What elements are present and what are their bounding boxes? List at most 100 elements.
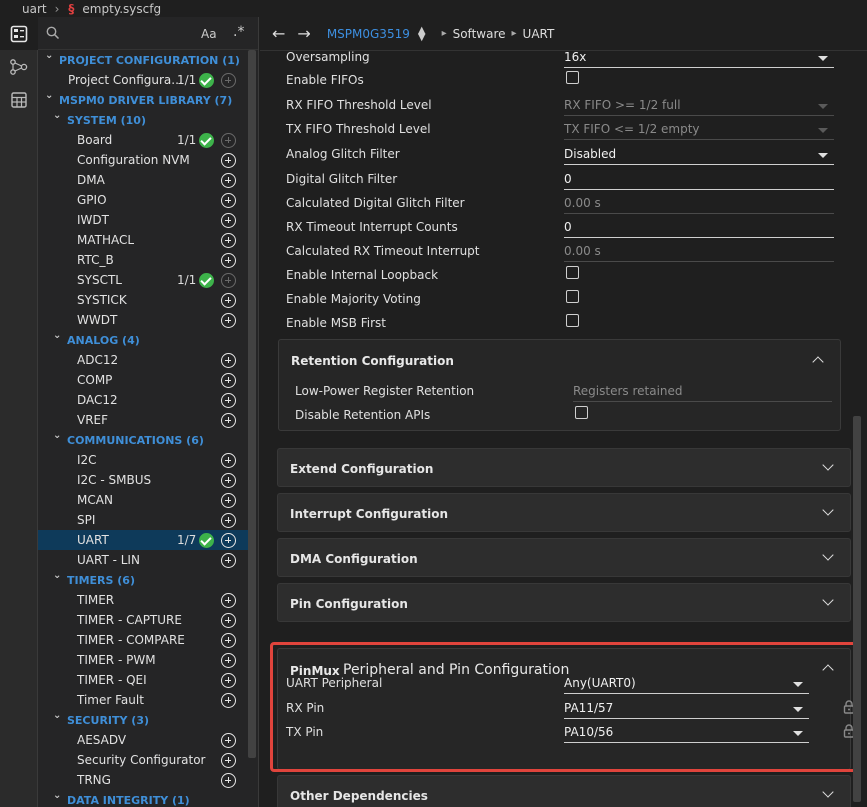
back-button[interactable]: ← bbox=[272, 24, 285, 43]
add-circle-icon[interactable] bbox=[221, 393, 236, 408]
tree-item[interactable]: Configuration NVM bbox=[38, 150, 248, 170]
tree-item[interactable]: MATHACL bbox=[38, 230, 248, 250]
regex-toggle[interactable]: .* bbox=[233, 24, 244, 40]
add-circle-icon[interactable] bbox=[221, 513, 236, 528]
add-circle-icon[interactable] bbox=[221, 273, 236, 288]
checkbox[interactable] bbox=[566, 314, 579, 327]
tree-category[interactable]: ⌄ SECURITY (3) bbox=[38, 710, 248, 730]
tree-item[interactable]: GPIO bbox=[38, 190, 248, 210]
chevron-down-icon[interactable]: ⌄ bbox=[45, 50, 53, 61]
add-circle-icon[interactable] bbox=[221, 773, 236, 788]
overview-button[interactable] bbox=[0, 17, 38, 50]
tree-item[interactable]: AESADV bbox=[38, 730, 248, 750]
tree-item[interactable]: IWDT bbox=[38, 210, 248, 230]
tree-item[interactable]: I2C bbox=[38, 450, 248, 470]
breadcrumb-file[interactable]: empty.syscfg bbox=[82, 2, 161, 16]
add-circle-icon[interactable] bbox=[221, 253, 236, 268]
tree-category[interactable]: ⌄ COMMUNICATIONS (6) bbox=[38, 430, 248, 450]
add-circle-icon[interactable] bbox=[221, 613, 236, 628]
add-circle-icon[interactable] bbox=[221, 693, 236, 708]
add-circle-icon[interactable] bbox=[221, 173, 236, 188]
property-select[interactable]: 16x bbox=[564, 47, 834, 68]
add-circle-icon[interactable] bbox=[221, 213, 236, 228]
section-other-dependencies[interactable]: Other Dependencies bbox=[277, 775, 851, 807]
tree-item[interactable]: UART - LIN bbox=[38, 550, 248, 570]
match-case-toggle[interactable]: Aa bbox=[201, 27, 217, 41]
checkbox[interactable] bbox=[566, 266, 579, 279]
property-select[interactable]: Any(UART0) bbox=[564, 673, 809, 694]
property-input[interactable]: 0 bbox=[564, 169, 834, 190]
section-pin-configuration[interactable]: Pin Configuration bbox=[277, 583, 851, 622]
section-extend-configuration[interactable]: Extend Configuration bbox=[277, 448, 851, 487]
device-selector[interactable]: MSPM0G3519 bbox=[327, 27, 410, 41]
chevron-up-icon[interactable] bbox=[812, 356, 824, 368]
tree-item[interactable]: TIMER - COMPARE bbox=[38, 630, 248, 650]
table-button[interactable] bbox=[0, 83, 38, 116]
tree-item[interactable]: VREF bbox=[38, 410, 248, 430]
tree-item[interactable]: UART 1/7 bbox=[38, 530, 248, 550]
breadcrumb-project[interactable]: uart bbox=[22, 2, 47, 16]
tree-item[interactable]: TIMER - PWM bbox=[38, 650, 248, 670]
add-circle-icon[interactable] bbox=[221, 753, 236, 768]
add-circle-icon[interactable] bbox=[221, 593, 236, 608]
tree-item[interactable]: DMA bbox=[38, 170, 248, 190]
tree-item[interactable]: DAC12 bbox=[38, 390, 248, 410]
section-dma-configuration[interactable]: DMA Configuration bbox=[277, 538, 851, 577]
editor-scrollbar[interactable] bbox=[853, 416, 861, 802]
tree-category[interactable]: ⌄ TIMERS (6) bbox=[38, 570, 248, 590]
tree-item[interactable]: RTC_B bbox=[38, 250, 248, 270]
chevron-down-icon[interactable]: ⌄ bbox=[53, 790, 61, 801]
add-circle-icon[interactable] bbox=[221, 233, 236, 248]
chevron-down-icon[interactable]: ⌄ bbox=[45, 90, 53, 101]
add-circle-icon[interactable] bbox=[221, 633, 236, 648]
add-circle-icon[interactable] bbox=[221, 453, 236, 468]
add-circle-icon[interactable] bbox=[221, 153, 236, 168]
tree-item[interactable]: TRNG bbox=[38, 770, 248, 790]
tree-item[interactable]: COMP bbox=[38, 370, 248, 390]
tree-item[interactable]: Security Configurator bbox=[38, 750, 248, 770]
section-interrupt-configuration[interactable]: Interrupt Configuration bbox=[277, 493, 851, 532]
add-circle-icon[interactable] bbox=[221, 413, 236, 428]
sort-updown-icon[interactable]: ▲ ▼ bbox=[418, 25, 426, 42]
checkbox[interactable] bbox=[566, 290, 579, 303]
diagram-button[interactable] bbox=[0, 50, 38, 83]
checkbox[interactable] bbox=[566, 71, 579, 84]
add-circle-icon[interactable] bbox=[221, 493, 236, 508]
add-circle-icon[interactable] bbox=[221, 653, 236, 668]
tree-item[interactable]: ADC12 bbox=[38, 350, 248, 370]
tree-category[interactable]: ⌄ DATA INTEGRITY (1) bbox=[38, 790, 248, 807]
chevron-down-icon[interactable]: ⌄ bbox=[53, 570, 61, 581]
tree-category[interactable]: ⌄ PROJECT CONFIGURATION (1) bbox=[38, 50, 248, 70]
tree-item[interactable]: SYSTICK bbox=[38, 290, 248, 310]
tree-scrollbar[interactable] bbox=[248, 50, 256, 758]
crumb-uart[interactable]: UART bbox=[523, 27, 555, 41]
chevron-down-icon[interactable]: ⌄ bbox=[53, 110, 61, 121]
tree-item[interactable]: MCAN bbox=[38, 490, 248, 510]
chevron-down-icon[interactable]: ⌄ bbox=[53, 330, 61, 341]
tree-item[interactable]: TIMER - QEI bbox=[38, 670, 248, 690]
tree-category[interactable]: ⌄ MSPM0 DRIVER LIBRARY (7) bbox=[38, 90, 248, 110]
add-circle-icon[interactable] bbox=[221, 353, 236, 368]
tree-item[interactable]: TIMER bbox=[38, 590, 248, 610]
tree-item[interactable]: I2C - SMBUS bbox=[38, 470, 248, 490]
tree-category[interactable]: ⌄ SYSTEM (10) bbox=[38, 110, 248, 130]
add-circle-icon[interactable] bbox=[221, 473, 236, 488]
add-circle-icon[interactable] bbox=[221, 733, 236, 748]
add-circle-icon[interactable] bbox=[221, 373, 236, 388]
checkbox[interactable] bbox=[575, 406, 588, 419]
chevron-down-icon[interactable]: ⌄ bbox=[53, 430, 61, 441]
crumb-software[interactable]: Software bbox=[453, 27, 506, 41]
add-circle-icon[interactable] bbox=[221, 73, 236, 88]
tree-item[interactable]: TIMER - CAPTURE bbox=[38, 610, 248, 630]
add-circle-icon[interactable] bbox=[221, 133, 236, 148]
add-circle-icon[interactable] bbox=[221, 313, 236, 328]
tree-category[interactable]: ⌄ ANALOG (4) bbox=[38, 330, 248, 350]
search-icon[interactable] bbox=[46, 26, 60, 40]
tree-item[interactable]: WWDT bbox=[38, 310, 248, 330]
property-select[interactable]: PA11/57 bbox=[564, 698, 809, 719]
tree-item[interactable]: SYSCTL 1/1 bbox=[38, 270, 248, 290]
forward-button[interactable]: → bbox=[297, 24, 310, 43]
add-circle-icon[interactable] bbox=[221, 193, 236, 208]
tree-item[interactable]: Project Configura... 1/1 bbox=[38, 70, 248, 90]
add-circle-icon[interactable] bbox=[221, 533, 236, 548]
